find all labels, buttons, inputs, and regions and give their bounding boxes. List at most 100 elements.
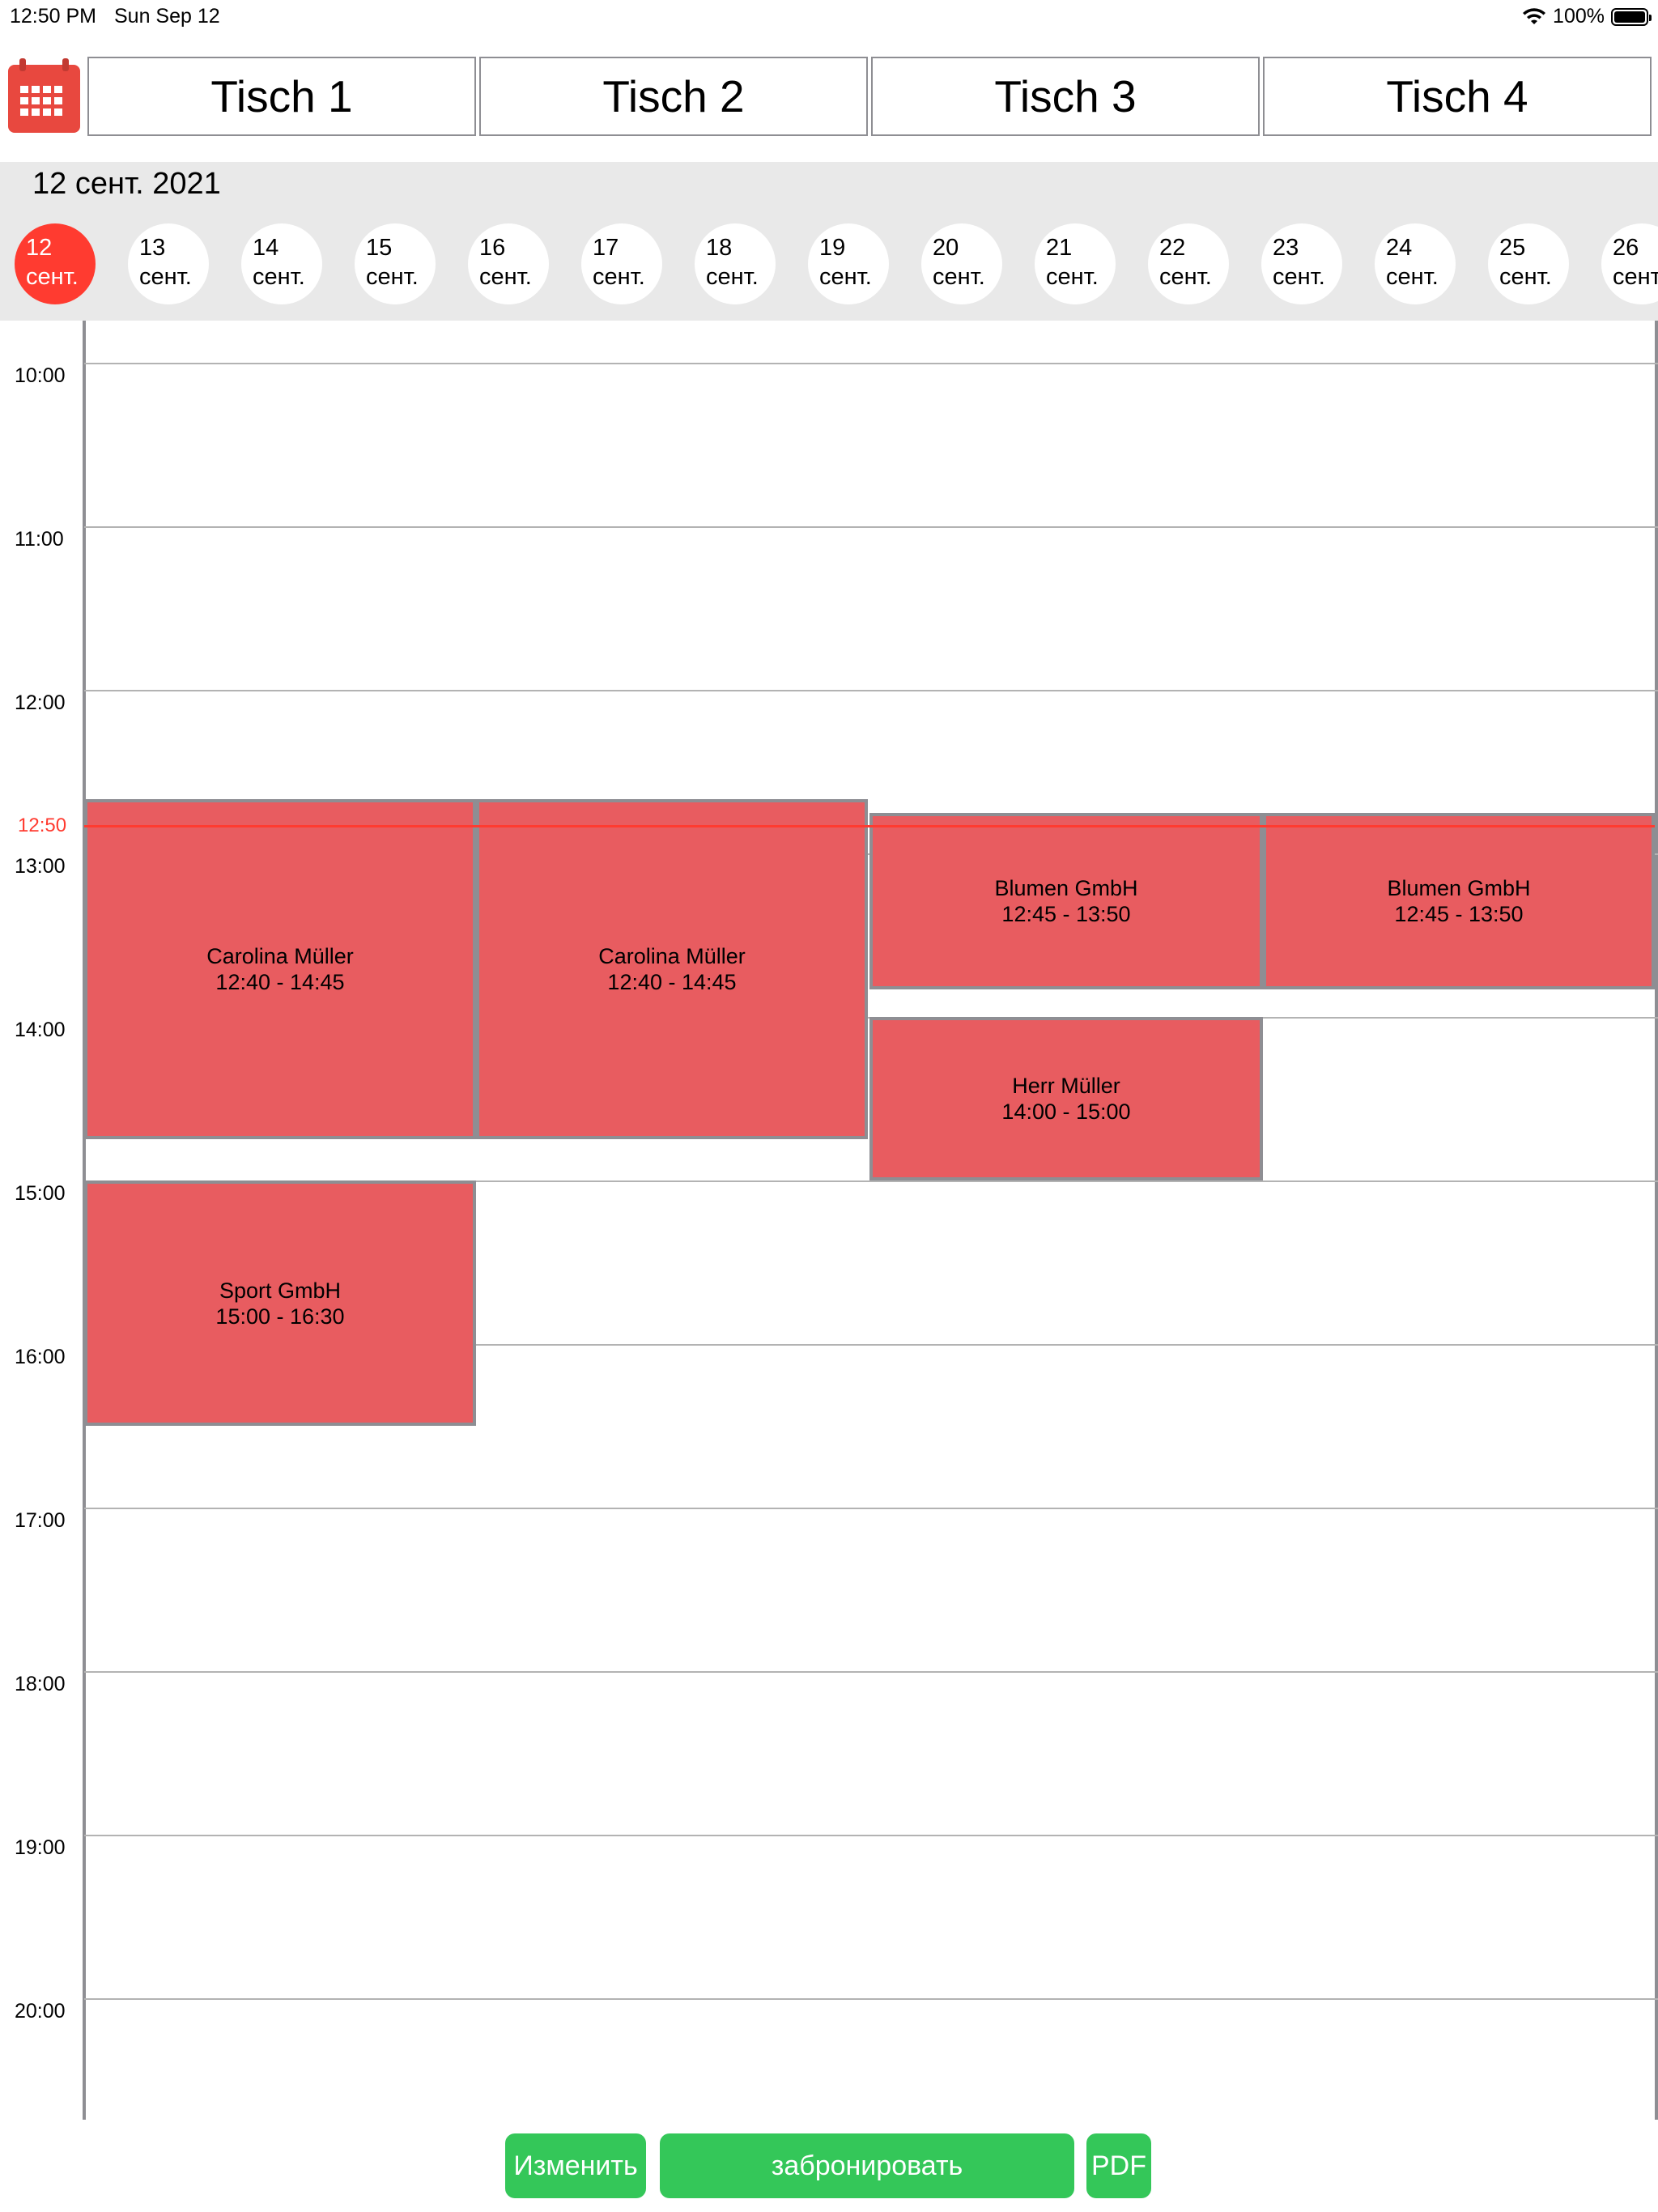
day-item[interactable]: 23 сент. <box>1261 223 1342 304</box>
day-number: 22 <box>1159 235 1186 261</box>
booking-block[interactable]: Carolina Müller 12:40 - 14:45 <box>476 798 868 1140</box>
date-strip: 12 сент. 2021 12 сент. 13 сент. 14 сент. 15 сен… <box>0 162 1658 321</box>
day-number: 15 <box>366 235 393 261</box>
booking-block[interactable]: Blumen GmbH 12:45 - 13:50 <box>1263 812 1655 990</box>
booking-time: 12:40 - 14:45 <box>215 970 345 995</box>
day-month: сент. <box>933 264 985 290</box>
day-month: сент. <box>1499 264 1552 290</box>
wifi-icon <box>1523 7 1546 24</box>
current-time-label: 12:50 <box>18 815 67 837</box>
day-number: 18 <box>706 235 733 261</box>
day-item[interactable]: 12 сент. <box>15 223 96 304</box>
tab-table-3[interactable]: Tisch 3 <box>871 57 1260 136</box>
day-number: 21 <box>1046 235 1073 261</box>
booking-name: Carolina Müller <box>598 944 746 969</box>
day-month: сент. <box>1046 264 1099 290</box>
day-number: 26 <box>1613 235 1639 261</box>
booking-time: 12:45 - 13:50 <box>1394 901 1524 926</box>
day-number: 12 <box>26 235 53 261</box>
booking-name: Blumen GmbH <box>1387 875 1531 900</box>
day-number: 17 <box>593 235 619 261</box>
hour-label: 10:00 <box>15 364 66 387</box>
schedule-grid[interactable]: 10:00 11:00 12:00 13:00 14:00 15:00 16:00 17:00… <box>0 321 1658 2120</box>
booking-name: Blumen GmbH <box>994 875 1138 900</box>
day-item[interactable]: 14 сент. <box>241 223 322 304</box>
status-bar: 12:50 PM Sun Sep 12 100% <box>0 0 1658 36</box>
day-month: сент. <box>1613 264 1658 290</box>
day-item[interactable]: 13 сент. <box>128 223 209 304</box>
day-number: 16 <box>479 235 506 261</box>
booking-time: 14:00 - 15:00 <box>1001 1100 1131 1124</box>
tab-table-1[interactable]: Tisch 1 <box>87 57 476 136</box>
day-month: сент. <box>1159 264 1212 290</box>
day-number: 25 <box>1499 235 1526 261</box>
hour-line <box>84 1835 1658 1836</box>
day-item[interactable]: 16 сент. <box>468 223 549 304</box>
hour-line <box>84 363 1658 364</box>
status-time: 12:50 PM <box>10 5 97 28</box>
day-month: сент. <box>706 264 759 290</box>
booking-time: 15:00 - 16:30 <box>215 1304 345 1329</box>
battery-percent: 100% <box>1553 5 1605 28</box>
day-number: 24 <box>1386 235 1413 261</box>
hour-line <box>84 1998 1658 2000</box>
booking-time: 12:45 - 13:50 <box>1001 901 1131 926</box>
day-month: сент. <box>1273 264 1325 290</box>
hour-label: 20:00 <box>15 2000 66 2023</box>
tab-table-2[interactable]: Tisch 2 <box>479 57 868 136</box>
pdf-button[interactable]: PDF <box>1086 2133 1151 2198</box>
day-item[interactable]: 24 сент. <box>1375 223 1456 304</box>
day-number: 14 <box>253 235 279 261</box>
day-number: 13 <box>139 235 166 261</box>
hour-label: 17:00 <box>15 1509 66 1532</box>
day-number: 20 <box>933 235 959 261</box>
action-bar: Изменить забронировать PDF <box>0 2120 1658 2212</box>
edit-button[interactable]: Изменить <box>505 2133 646 2198</box>
day-item[interactable]: 25 сент. <box>1488 223 1569 304</box>
day-picker[interactable]: 12 сент. 13 сент. 14 сент. 15 сент. 16 сент. 17 сен… <box>15 223 1658 308</box>
day-month: сент. <box>366 264 419 290</box>
booking-block[interactable]: Blumen GmbH 12:45 - 13:50 <box>869 812 1263 990</box>
day-item[interactable]: 17 сент. <box>581 223 662 304</box>
selected-date-title: 12 сент. 2021 <box>32 167 221 201</box>
current-time-line <box>84 825 1655 828</box>
hour-line <box>84 1508 1658 1509</box>
hour-line <box>84 1671 1658 1673</box>
day-item[interactable]: 19 сент. <box>808 223 889 304</box>
calendar-button[interactable] <box>6 57 82 134</box>
booking-block[interactable]: Carolina Müller 12:40 - 14:45 <box>84 798 476 1140</box>
booking-block[interactable]: Herr Müller 14:00 - 15:00 <box>869 1017 1263 1180</box>
hour-label: 15:00 <box>15 1182 66 1205</box>
status-right: 100% <box>1522 5 1652 28</box>
hour-label: 14:00 <box>15 1019 66 1041</box>
booking-time: 12:40 - 14:45 <box>607 970 737 995</box>
day-month: сент. <box>1386 264 1439 290</box>
hour-label: 12:00 <box>15 691 66 714</box>
day-month: сент. <box>139 264 192 290</box>
book-button[interactable]: забронировать <box>660 2133 1074 2198</box>
day-number: 19 <box>819 235 846 261</box>
day-number: 23 <box>1273 235 1299 261</box>
day-item[interactable]: 20 сент. <box>921 223 1002 304</box>
day-month: сент. <box>253 264 305 290</box>
day-item[interactable]: 21 сент. <box>1035 223 1116 304</box>
hour-label: 11:00 <box>15 528 64 551</box>
status-date: Sun Sep 12 <box>114 5 220 28</box>
booking-name: Carolina Müller <box>206 944 354 969</box>
tab-table-4[interactable]: Tisch 4 <box>1263 57 1652 136</box>
table-tabs: Tisch 1 Tisch 2 Tisch 3 Tisch 4 <box>87 57 1653 138</box>
day-item[interactable]: 26 сент. <box>1601 223 1658 304</box>
hour-label: 19:00 <box>15 1836 66 1859</box>
booking-block[interactable]: Sport GmbH 15:00 - 16:30 <box>84 1180 476 1426</box>
hour-label: 13:00 <box>15 855 66 878</box>
day-month: сент. <box>479 264 532 290</box>
day-item[interactable]: 15 сент. <box>355 223 436 304</box>
hour-label: 18:00 <box>15 1673 66 1695</box>
hour-line <box>84 690 1658 691</box>
day-month: сент. <box>819 264 872 290</box>
day-item[interactable]: 22 сент. <box>1148 223 1229 304</box>
day-month: сент. <box>593 264 645 290</box>
day-item[interactable]: 18 сент. <box>695 223 776 304</box>
calendar-icon <box>8 58 80 133</box>
day-month: сент. <box>26 264 79 290</box>
